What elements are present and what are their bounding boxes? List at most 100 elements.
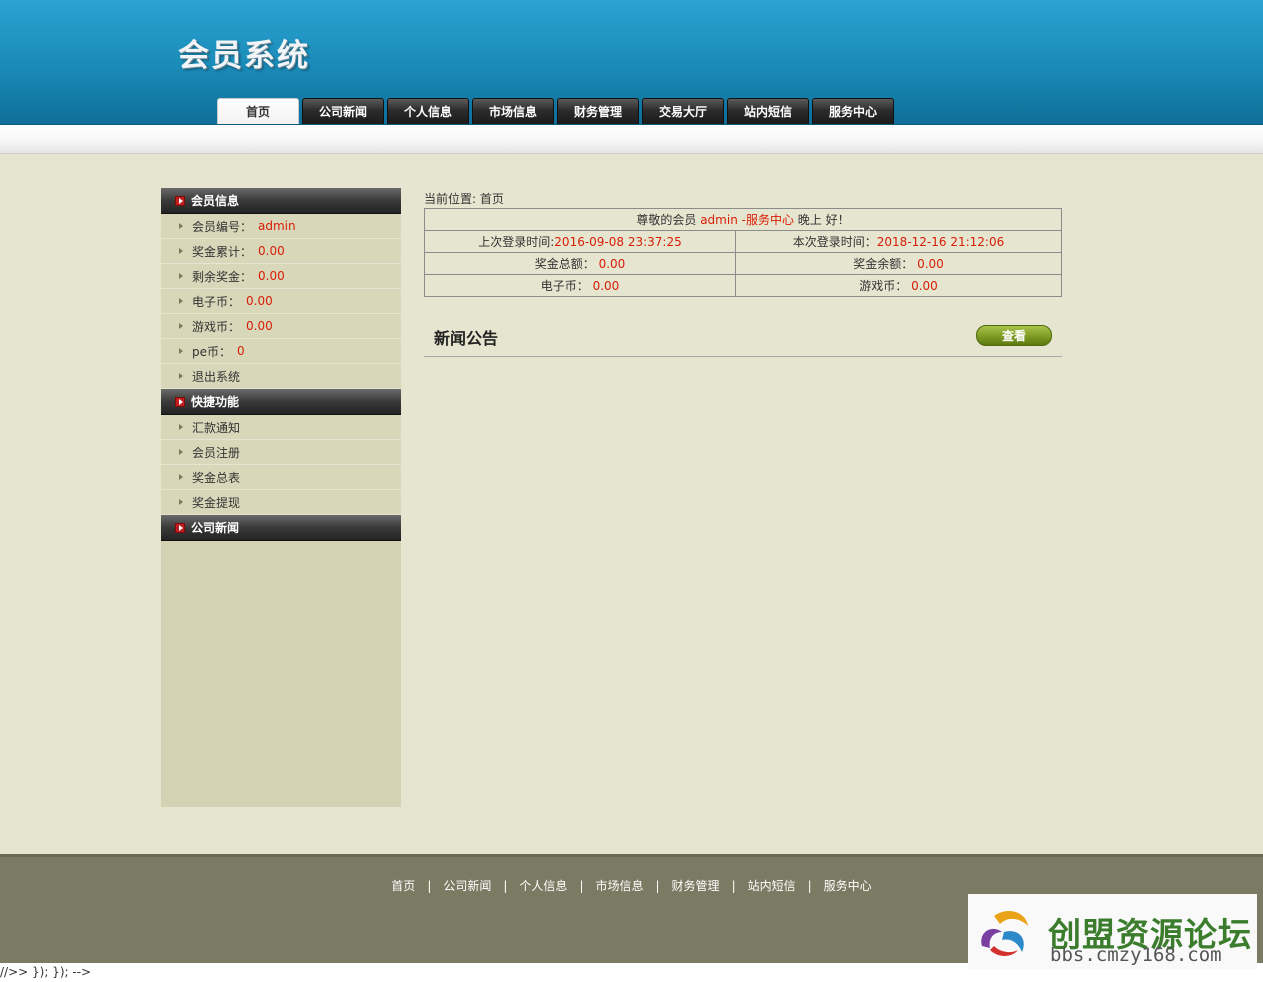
ecoin-value: 0.00 xyxy=(246,294,273,308)
gamecoin-label: 游戏币： xyxy=(859,279,908,293)
logout-link[interactable]: 退出系统 xyxy=(161,364,401,389)
last-login-value: 2016-09-08 23:37:25 xyxy=(554,235,682,249)
red-bullet-icon xyxy=(175,396,185,407)
footer-separator: | xyxy=(503,878,508,893)
pecoin-label: pe币： xyxy=(192,344,232,359)
arrow-right-icon xyxy=(179,223,183,229)
sidebar-item-bonus-summary[interactable]: 奖金总表 xyxy=(161,465,401,490)
table-row: 电子币： 0.00 游戏币： 0.00 xyxy=(424,274,1062,297)
bonus-balance-value: 0.00 xyxy=(917,257,944,271)
sidebar-item-label: 会员注册 xyxy=(192,445,241,460)
main-content: 当前位置: 首页 尊敬的会员 admin -服务中心 晚上 好！ 上次登录时间:… xyxy=(424,190,1062,357)
red-bullet-icon xyxy=(175,522,185,533)
account-summary-table: 尊敬的会员 admin -服务中心 晚上 好！ 上次登录时间:2016-09-0… xyxy=(424,208,1062,297)
sidebar-item-register[interactable]: 会员注册 xyxy=(161,440,401,465)
pecoin-value: 0 xyxy=(237,344,245,358)
arrow-right-icon xyxy=(179,424,183,430)
nav-personal-info[interactable]: 个人信息 xyxy=(387,98,469,124)
section-title: 快捷功能 xyxy=(191,395,240,409)
ecoin-label: 电子币： xyxy=(192,294,241,309)
footer-link-service-center[interactable]: 服务中心 xyxy=(824,877,872,894)
last-login-cell: 上次登录时间:2016-09-08 23:37:25 xyxy=(424,230,736,253)
table-row: 奖金总额： 0.00 奖金余额： 0.00 xyxy=(424,252,1062,275)
footer-separator: | xyxy=(579,878,584,893)
bonus-balance-cell: 奖金余额： 0.00 xyxy=(735,252,1062,275)
header: 会员系统 首页 公司新闻 个人信息 市场信息 财务管理 交易大厅 站内短信 服务… xyxy=(0,0,1263,124)
sidebar-item-withdraw[interactable]: 奖金提现 xyxy=(161,490,401,515)
gamecoin-label: 游戏币： xyxy=(192,319,241,334)
logout-label: 退出系统 xyxy=(192,369,241,384)
section-title: 公司新闻 xyxy=(191,521,240,535)
arrow-right-icon xyxy=(179,348,183,354)
greeting-suffix: 晚上 好！ xyxy=(797,213,850,227)
this-login-cell: 本次登录时间：2018-12-16 21:12:06 xyxy=(735,230,1062,253)
sidebar-item-label: 汇款通知 xyxy=(192,420,241,435)
bonus-remaining-value: 0.00 xyxy=(258,269,285,283)
member-id-label: 会员编号： xyxy=(192,219,253,234)
arrow-right-icon xyxy=(179,449,183,455)
nav-service-center[interactable]: 服务中心 xyxy=(812,98,894,124)
arrow-right-icon xyxy=(179,323,183,329)
nav-messages[interactable]: 站内短信 xyxy=(727,98,809,124)
footer-link-finance[interactable]: 财务管理 xyxy=(672,877,720,894)
sub-header-bar xyxy=(0,124,1263,154)
gamecoin-value: 0.00 xyxy=(246,319,273,333)
arrow-right-icon xyxy=(179,474,183,480)
news-title: 新闻公告 xyxy=(434,329,499,348)
last-login-label: 上次登录时间: xyxy=(478,235,555,249)
ecoin-label: 电子币： xyxy=(540,279,589,293)
sidebar: 会员信息 会员编号： admin 奖金累计： 0.00 剩余奖金： 0.00 电… xyxy=(161,188,401,807)
greeting-user: admin -服务中心 xyxy=(696,213,794,227)
view-button[interactable]: 查看 xyxy=(976,325,1052,346)
watermark: 创盟资源论坛 bbs.cmzy168.com xyxy=(968,894,1257,969)
nav-trading-hall[interactable]: 交易大厅 xyxy=(642,98,724,124)
gamecoin-row: 游戏币： 0.00 xyxy=(161,314,401,339)
gamecoin-cell: 游戏币： 0.00 xyxy=(735,274,1062,297)
stray-code-text: //>> }); }); --> xyxy=(0,965,92,979)
section-member-info: 会员信息 xyxy=(161,188,401,214)
member-id-value: admin xyxy=(258,219,296,233)
table-row: 上次登录时间:2016-09-08 23:37:25 本次登录时间：2018-1… xyxy=(424,230,1062,253)
bonus-remaining-label: 剩余奖金： xyxy=(192,269,253,284)
member-id-row: 会员编号： admin xyxy=(161,214,401,239)
this-login-label: 本次登录时间： xyxy=(792,235,877,249)
bonus-total-value: 0.00 xyxy=(598,257,626,271)
arrow-right-icon xyxy=(179,373,183,379)
ecoin-value: 0.00 xyxy=(592,279,620,293)
sidebar-item-label: 奖金总表 xyxy=(192,470,241,485)
footer-link-home[interactable]: 首页 xyxy=(391,877,415,894)
footer-separator: | xyxy=(655,878,660,893)
footer-separator: | xyxy=(807,878,812,893)
bonus-total-label: 奖金总额： xyxy=(534,257,595,271)
section-company-news: 公司新闻 xyxy=(161,515,401,541)
bonus-balance-label: 奖金余额： xyxy=(853,257,914,271)
sidebar-item-remittance[interactable]: 汇款通知 xyxy=(161,415,401,440)
bonus-accumulated-row: 奖金累计： 0.00 xyxy=(161,239,401,264)
nav-market-info[interactable]: 市场信息 xyxy=(472,98,554,124)
watermark-logo-icon xyxy=(981,911,1028,956)
section-title: 会员信息 xyxy=(191,194,240,208)
breadcrumb: 当前位置: 首页 xyxy=(424,192,504,206)
main-nav: 首页 公司新闻 个人信息 市场信息 财务管理 交易大厅 站内短信 服务中心 xyxy=(217,98,894,124)
gamecoin-value: 0.00 xyxy=(911,279,938,293)
arrow-right-icon xyxy=(179,273,183,279)
sidebar-item-label: 奖金提现 xyxy=(192,495,241,510)
this-login-value: 2018-12-16 21:12:06 xyxy=(876,235,1005,249)
nav-company-news[interactable]: 公司新闻 xyxy=(302,98,384,124)
footer-link-messages[interactable]: 站内短信 xyxy=(748,877,796,894)
ecoin-row: 电子币： 0.00 xyxy=(161,289,401,314)
bonus-remaining-row: 剩余奖金： 0.00 xyxy=(161,264,401,289)
footer-link-personal-info[interactable]: 个人信息 xyxy=(519,877,567,894)
nav-home[interactable]: 首页 xyxy=(217,98,299,124)
news-announcement-panel: 新闻公告 查看 xyxy=(424,315,1062,357)
arrow-right-icon xyxy=(179,248,183,254)
footer-link-market-info[interactable]: 市场信息 xyxy=(595,877,643,894)
ecoin-cell: 电子币： 0.00 xyxy=(424,274,736,297)
site-logo: 会员系统 xyxy=(178,38,310,74)
footer-link-company-news[interactable]: 公司新闻 xyxy=(443,877,491,894)
red-bullet-icon xyxy=(175,195,185,206)
greeting-prefix: 尊敬的会员 xyxy=(636,213,697,227)
nav-finance[interactable]: 财务管理 xyxy=(557,98,639,124)
pecoin-row: pe币： 0 xyxy=(161,339,401,364)
bonus-accumulated-value: 0.00 xyxy=(258,244,285,258)
